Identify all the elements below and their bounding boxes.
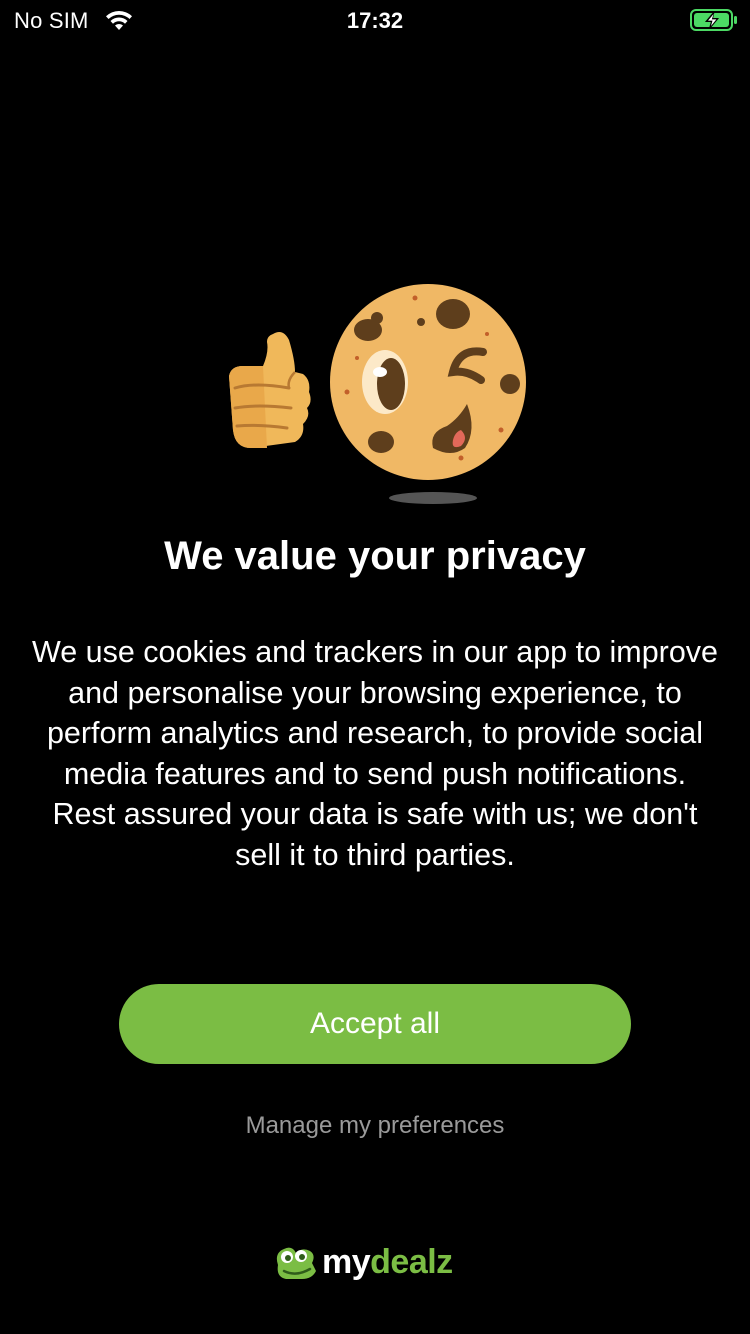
battery-charging-icon bbox=[690, 9, 737, 31]
privacy-description: We use cookies and trackers in our app t… bbox=[31, 635, 719, 872]
consent-screen: No SIM 17:32 We value your privacy We us… bbox=[0, 0, 750, 1334]
manage-preferences-link[interactable]: Manage my preferences bbox=[0, 1112, 750, 1140]
brand-name-part2: dealz bbox=[370, 1242, 453, 1281]
brand-name-part1: my bbox=[322, 1242, 371, 1281]
thumbs-up-icon bbox=[229, 332, 311, 448]
status-bar: No SIM 17:32 bbox=[0, 0, 750, 40]
crocodile-mascot-icon bbox=[276, 1247, 316, 1279]
page-title: We value your privacy bbox=[164, 534, 586, 578]
privacy-illustration bbox=[229, 284, 526, 504]
winking-cookie-icon bbox=[330, 284, 526, 504]
brand-name: mydealz bbox=[322, 1243, 453, 1282]
accept-all-button[interactable]: Accept all bbox=[119, 984, 631, 1064]
clock: 17:32 bbox=[346, 8, 404, 33]
brand-logo: mydealz bbox=[272, 1240, 453, 1284]
